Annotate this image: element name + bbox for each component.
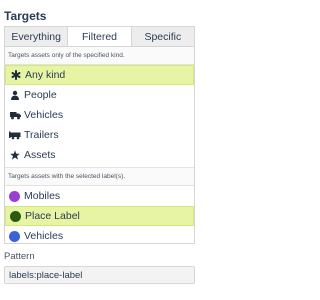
- asterisk-icon: [10, 70, 22, 80]
- kind-item-people[interactable]: People: [5, 85, 194, 105]
- color-dot-icon: [10, 210, 21, 222]
- tab-filtered[interactable]: Filtered: [67, 27, 131, 46]
- star-icon: [9, 150, 21, 160]
- label-item-mobiles[interactable]: Mobiles: [5, 186, 194, 206]
- tab-specific[interactable]: Specific: [130, 27, 194, 46]
- kind-label: Any kind: [25, 69, 66, 81]
- label-name: Vehicles: [24, 230, 64, 242]
- kind-label: Assets: [24, 149, 56, 161]
- truck-icon: [9, 110, 21, 120]
- label-item-place-label[interactable]: Place Label: [5, 206, 194, 226]
- filter-panel: Targets assets only of the specified kin…: [4, 46, 195, 244]
- tab-bar: Everything Filtered Specific: [4, 26, 195, 46]
- kind-item-assets[interactable]: Assets: [5, 145, 194, 165]
- targets-widget: Targets Everything Filtered Specific Tar…: [0, 0, 203, 300]
- pattern-input[interactable]: [4, 266, 195, 284]
- kind-hint: Targets assets only of the specified kin…: [5, 47, 194, 65]
- kind-item-trailers[interactable]: Trailers: [5, 125, 194, 145]
- kind-item-any-kind[interactable]: Any kind: [5, 65, 194, 85]
- person-icon: [9, 90, 21, 100]
- tab-everything[interactable]: Everything: [5, 27, 68, 46]
- pattern-label: Pattern: [4, 251, 35, 262]
- label-name: Place Label: [25, 210, 80, 222]
- trailer-icon: [9, 130, 21, 140]
- kind-label: People: [24, 89, 57, 101]
- kind-label: Vehicles: [24, 109, 64, 121]
- label-hint: Targets assets with the selected label(s…: [5, 168, 194, 186]
- targets-title: Targets: [4, 9, 47, 23]
- label-name: Mobiles: [24, 190, 61, 202]
- color-dot-icon: [9, 190, 20, 202]
- kind-label: Trailers: [24, 129, 59, 141]
- kind-item-vehicles[interactable]: Vehicles: [5, 105, 194, 125]
- label-item-vehicles[interactable]: Vehicles: [5, 226, 194, 246]
- color-dot-icon: [9, 230, 20, 242]
